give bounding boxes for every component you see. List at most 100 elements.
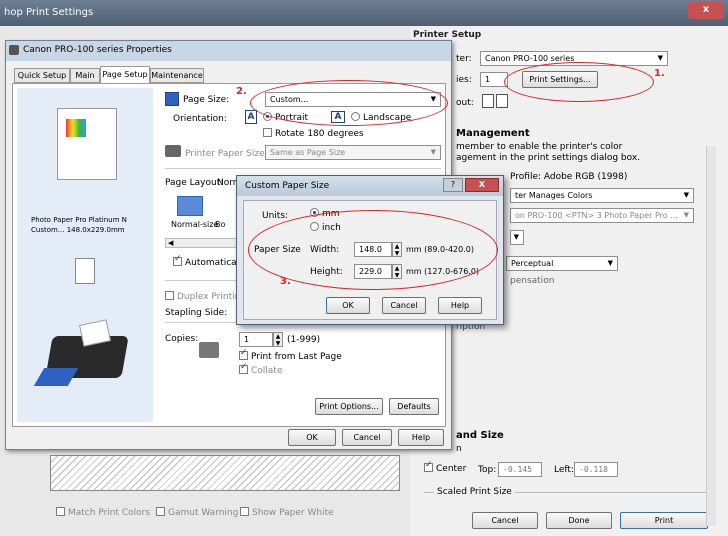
tab-quick-setup[interactable]: Quick Setup bbox=[14, 68, 70, 83]
annotation-label-3: 3. bbox=[280, 276, 291, 287]
normal-size-layout-icon[interactable] bbox=[177, 196, 203, 216]
stapling-label: Stapling Side: bbox=[165, 308, 228, 318]
page-size-label: Page Size: bbox=[183, 95, 230, 105]
printer-setup-header: Printer Setup bbox=[413, 30, 482, 40]
help-title-button[interactable]: ? bbox=[443, 178, 463, 192]
position-label: n bbox=[456, 444, 462, 454]
annotation-ellipse-1 bbox=[504, 62, 654, 102]
print-options-button[interactable]: Print Options... bbox=[315, 398, 383, 415]
question-icon: ? bbox=[450, 180, 456, 189]
page-size-icon bbox=[165, 92, 179, 106]
done-button[interactable]: Done bbox=[546, 512, 612, 529]
color-note-line2: agement in the print settings dialog box… bbox=[456, 153, 641, 163]
page-layout-label: Page Layout: bbox=[165, 178, 224, 188]
printer-icon bbox=[9, 45, 19, 55]
printer-profile-select[interactable]: on PRO-100 <PTN> 3 Photo Paper Pro ... ▼ bbox=[510, 208, 694, 223]
chevron-down-icon: ▼ bbox=[607, 259, 613, 267]
divider bbox=[165, 168, 441, 169]
annotation-ellipse-2 bbox=[250, 80, 448, 126]
custom-ok-button[interactable]: OK bbox=[326, 297, 370, 314]
custom-title: Custom Paper Size bbox=[245, 181, 330, 191]
checkbox-icon bbox=[56, 507, 65, 516]
printer-paper-size-label: Printer Paper Size: bbox=[185, 149, 268, 159]
normal-printing-select[interactable]: ▼ bbox=[510, 230, 524, 245]
window-close-button[interactable]: x bbox=[688, 2, 724, 19]
custom-help-button[interactable]: Help bbox=[438, 297, 482, 314]
collate-checkbox[interactable]: Collate bbox=[239, 362, 282, 376]
rotate-checkbox[interactable]: Rotate 180 degrees bbox=[263, 128, 364, 139]
chevron-down-icon: ▼ bbox=[513, 233, 519, 241]
chevron-down-icon: ▼ bbox=[683, 211, 689, 219]
top-input[interactable]: -0.145 bbox=[498, 462, 542, 477]
color-management-header: Management bbox=[456, 128, 530, 139]
cancel-button[interactable]: Cancel bbox=[472, 512, 538, 529]
rendering-intent-select[interactable]: Perceptual ▼ bbox=[506, 256, 618, 271]
match-print-colors-checkbox[interactable]: Match Print Colors bbox=[56, 507, 150, 518]
properties-title-bar: Canon PRO-100 series Properties bbox=[6, 41, 451, 61]
preview-paper-line1: Photo Paper Pro Platinum N bbox=[31, 216, 127, 224]
tab-maintenance[interactable]: Maintenance bbox=[150, 68, 204, 83]
gamut-warning-checkbox[interactable]: Gamut Warning bbox=[156, 507, 238, 518]
custom-title-bar: Custom Paper Size ? X bbox=[237, 176, 503, 196]
left-input[interactable]: -0.118 bbox=[574, 462, 618, 477]
ok-button[interactable]: OK bbox=[288, 429, 336, 446]
checkbox-icon bbox=[240, 507, 249, 516]
portrait-layout-icon[interactable] bbox=[482, 94, 494, 108]
window-title: hop Print Settings bbox=[4, 7, 94, 18]
copies-input[interactable]: 1 bbox=[239, 332, 273, 347]
preview-pane: Photo Paper Pro Platinum N Custom... 148… bbox=[17, 88, 153, 422]
cancel-button[interactable]: Cancel bbox=[342, 429, 392, 446]
color-handling-select[interactable]: ter Manages Colors ▼ bbox=[510, 188, 694, 203]
normal-size-label: Normal-size bbox=[171, 220, 219, 229]
copies-label: Copies: bbox=[165, 334, 199, 344]
annotation-label-1: 1. bbox=[654, 68, 665, 79]
color-note-line1: member to enable the printer's color bbox=[456, 142, 623, 152]
checkbox-icon bbox=[424, 460, 433, 472]
copies-icon bbox=[199, 342, 219, 358]
print-button[interactable]: Print bbox=[620, 512, 708, 529]
units-label: Units: bbox=[262, 211, 289, 221]
position-size-header: and Size bbox=[456, 430, 504, 441]
window-title-bar: hop Print Settings x bbox=[0, 0, 728, 26]
scaled-print-size-label: Scaled Print Size bbox=[434, 487, 515, 497]
landscape-layout-icon[interactable] bbox=[496, 94, 508, 108]
chevron-down-icon: ▼ bbox=[683, 191, 689, 199]
copies-spinner[interactable]: ▲ ▼ bbox=[273, 332, 283, 347]
top-label: Top: bbox=[478, 465, 497, 475]
checkbox-icon bbox=[263, 128, 272, 137]
chevron-down-icon: ▼ bbox=[657, 54, 663, 62]
left-label: Left: bbox=[554, 465, 574, 475]
portrait-icon: A bbox=[245, 110, 257, 124]
printer-paper-icon bbox=[165, 145, 181, 157]
center-checkbox[interactable]: Center bbox=[424, 460, 466, 474]
printer-label: ter: bbox=[456, 54, 472, 64]
tab-page-setup[interactable]: Page Setup bbox=[100, 66, 150, 84]
preview-paper-line2: Custom... 148.0x229.0mm bbox=[31, 226, 125, 234]
show-paper-white-checkbox[interactable]: Show Paper White bbox=[240, 507, 334, 518]
bpc-label: pensation bbox=[510, 276, 555, 286]
preview-area bbox=[50, 455, 400, 491]
custom-cancel-button[interactable]: Cancel bbox=[382, 297, 426, 314]
right-scrollbar[interactable] bbox=[706, 146, 716, 526]
paper-thumbnail-icon bbox=[75, 258, 95, 284]
defaults-button[interactable]: Defaults bbox=[389, 398, 439, 415]
help-button[interactable]: Help bbox=[398, 429, 444, 446]
checkbox-icon bbox=[156, 507, 165, 516]
custom-close-button[interactable]: X bbox=[465, 178, 499, 192]
preview-image bbox=[66, 119, 86, 137]
checkbox-icon bbox=[165, 291, 174, 300]
bo-label: Bo bbox=[215, 220, 226, 229]
layout-label: out: bbox=[456, 98, 474, 108]
printer-illustration-icon bbox=[33, 318, 131, 388]
printer-paper-size-select[interactable]: Same as Page Size ▼ bbox=[265, 145, 441, 160]
print-last-checkbox[interactable]: Print from Last Page bbox=[239, 348, 342, 362]
checkbox-icon bbox=[239, 362, 248, 374]
chevron-down-icon: ▼ bbox=[430, 148, 436, 156]
checkbox-icon bbox=[173, 254, 182, 266]
tab-main[interactable]: Main bbox=[70, 68, 100, 83]
orientation-label: Orientation: bbox=[173, 114, 227, 124]
profile-label: Profile: Adobe RGB (1998) bbox=[510, 172, 628, 182]
properties-title: Canon PRO-100 series Properties bbox=[23, 45, 172, 55]
close-icon: x bbox=[702, 4, 710, 15]
preview-page bbox=[57, 108, 117, 180]
